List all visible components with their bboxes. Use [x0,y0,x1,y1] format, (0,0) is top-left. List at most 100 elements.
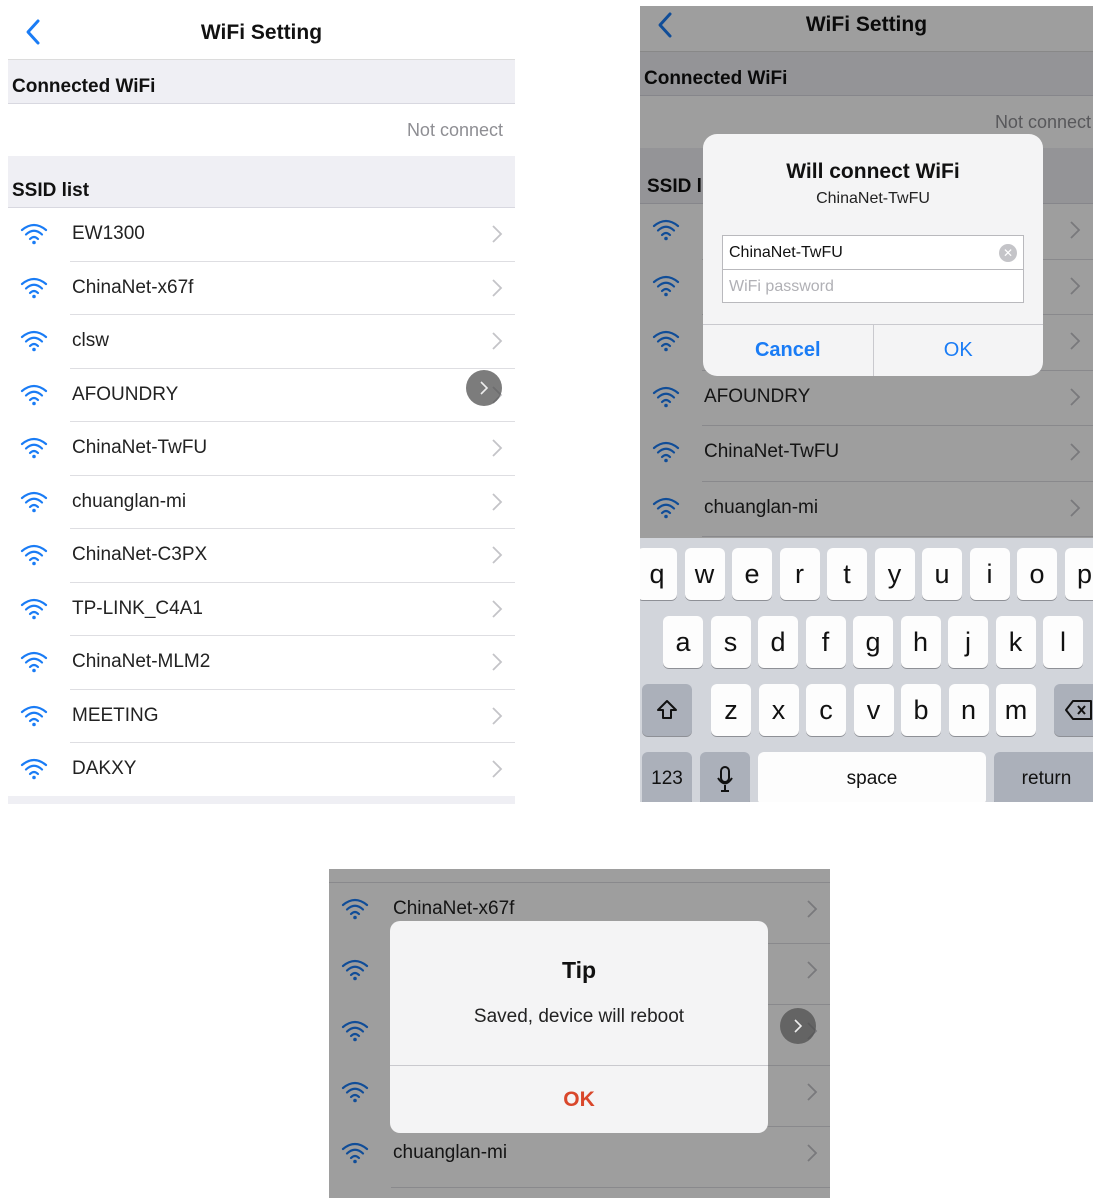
floating-assist-button[interactable] [466,370,502,406]
ssid-input-value: ChinaNet-TwFU [729,244,843,261]
cancel-button[interactable]: Cancel [703,325,873,376]
chevron-right-icon [492,706,503,725]
ssid-list-item[interactable]: AFOUNDRY [8,368,515,422]
chevron-right-icon [492,760,503,778]
space-key[interactable]: space [758,752,986,802]
ssid-input[interactable]: ChinaNet-TwFU ✕ [723,236,1023,269]
key-a[interactable]: a [663,616,703,668]
ssid-list-item[interactable]: EW1300 [8,208,515,262]
shift-key[interactable] [642,684,692,736]
dialog-title: Will connect WiFi [786,160,960,183]
ssid-list: EW1300 ChinaNet-x67f clsw AFOUNDRY ChinaNet-… [8,208,515,797]
page-title: WiFi Setting [200,21,323,44]
chevron-right-icon [480,381,489,395]
ssid-list-item[interactable]: ChinaNet-x67f [8,261,515,315]
key-u[interactable]: u [922,548,962,600]
key-m[interactable]: m [996,684,1036,736]
ssid-name: MEETING [72,704,159,726]
key-k[interactable]: k [995,616,1036,668]
chevron-right-icon [492,599,503,618]
password-input[interactable]: WiFi password [723,269,1023,302]
numbers-key[interactable]: 123 [642,752,692,802]
ssid-name: ChinaNet-TwFU [72,437,208,458]
wifi-signal-icon [20,491,48,512]
dialog-subtitle: ChinaNet-TwFU [816,190,930,207]
key-o[interactable]: o [1017,548,1057,600]
ssid-list-item[interactable]: TP-LINK_C4A1 [8,582,515,636]
wifi-signal-icon [20,758,48,780]
clear-text-icon[interactable]: ✕ [999,244,1017,262]
ssid-list-item[interactable]: clsw [8,315,515,369]
key-w[interactable]: w [684,548,725,600]
chevron-right-icon [492,439,503,457]
return-key[interactable]: return [994,752,1093,802]
ssid-name: chuanglan-mi [72,490,187,512]
key-d[interactable]: d [758,616,798,668]
key-s[interactable]: s [710,616,751,668]
ssid-list-item[interactable]: chuanglan-mi [8,475,515,529]
key-e[interactable]: e [732,548,772,600]
wifi-signal-icon [20,651,48,673]
ssid-list-item[interactable]: DAKXY [8,743,515,797]
connect-wifi-dialog: Will connect WiFi ChinaNet-TwFU ChinaNet… [703,134,1043,376]
wifi-signal-icon [20,598,48,619]
key-g[interactable]: g [853,616,893,668]
key-n[interactable]: n [948,684,989,736]
chevron-right-icon [492,546,503,564]
dictation-key[interactable] [700,752,750,802]
key-v[interactable]: v [853,684,894,736]
chevron-right-icon [492,278,503,297]
ssid-list-header: SSID list [8,156,515,208]
ssid-list-item[interactable]: ChinaNet-MLM2 [8,636,515,690]
backspace-key[interactable] [1054,684,1093,736]
key-z[interactable]: z [711,684,751,736]
nav-bar: WiFi Setting [8,8,515,60]
chevron-right-icon [492,653,503,671]
tip-dialog: Tip Saved, device will reboot OK [390,921,768,1133]
ssid-name: TP-LINK_C4A1 [72,597,203,619]
wifi-signal-icon [20,277,48,298]
key-y[interactable]: y [874,548,915,600]
connected-wifi-header: Connected WiFi [8,60,515,104]
key-j[interactable]: j [948,616,988,668]
chevron-right-icon [794,1019,803,1033]
chevron-right-icon [492,225,503,243]
wifi-signal-icon [20,223,48,245]
ssid-name: EW1300 [72,223,145,244]
keyboard: q w e r t y u i o p a s d f g h j k l z x c v b n m 123 space return [640,538,1093,802]
ssid-list-item[interactable]: ChinaNet-C3PX [8,529,515,583]
credentials-input-group: ChinaNet-TwFU ✕ WiFi password [722,235,1024,303]
screen-connect-dialog: WiFi Setting Connected WiFi Not connect … [640,6,1093,802]
wifi-signal-icon [20,384,48,405]
list-footer [8,796,515,804]
key-h[interactable]: h [900,616,941,668]
wifi-signal-icon [20,705,48,726]
key-l[interactable]: l [1043,616,1083,668]
floating-assist-button[interactable] [780,1008,816,1044]
key-q[interactable]: q [640,548,677,600]
key-x[interactable]: x [758,684,799,736]
ssid-name: ChinaNet-C3PX [72,544,208,565]
ok-button[interactable]: OK [872,325,1044,376]
key-r[interactable]: r [779,548,820,600]
key-i[interactable]: i [969,548,1010,600]
backspace-icon [1065,700,1092,720]
screen-tip-dialog: ChinaNet-x67f chuanglan-mi Tip Saved, dev… [329,869,830,1198]
wifi-signal-icon [20,330,48,352]
key-p[interactable]: p [1064,548,1093,600]
key-f[interactable]: f [805,616,846,668]
key-b[interactable]: b [901,684,941,736]
chevron-right-icon [492,492,503,511]
ssid-name: DAKXY [72,758,137,779]
key-c[interactable]: c [806,684,846,736]
ssid-list-item[interactable]: MEETING [8,689,515,743]
tip-message: Saved, device will reboot [473,1006,685,1027]
connected-status: Not connect [8,104,515,156]
key-t[interactable]: t [827,548,867,600]
wifi-signal-icon [20,544,48,566]
dialog-actions: Cancel OK [703,324,1043,376]
tip-ok-button[interactable]: OK [390,1065,768,1133]
ssid-name: AFOUNDRY [72,383,179,405]
tip-title: Tip [561,957,597,983]
ssid-list-item[interactable]: ChinaNet-TwFU [8,422,515,476]
